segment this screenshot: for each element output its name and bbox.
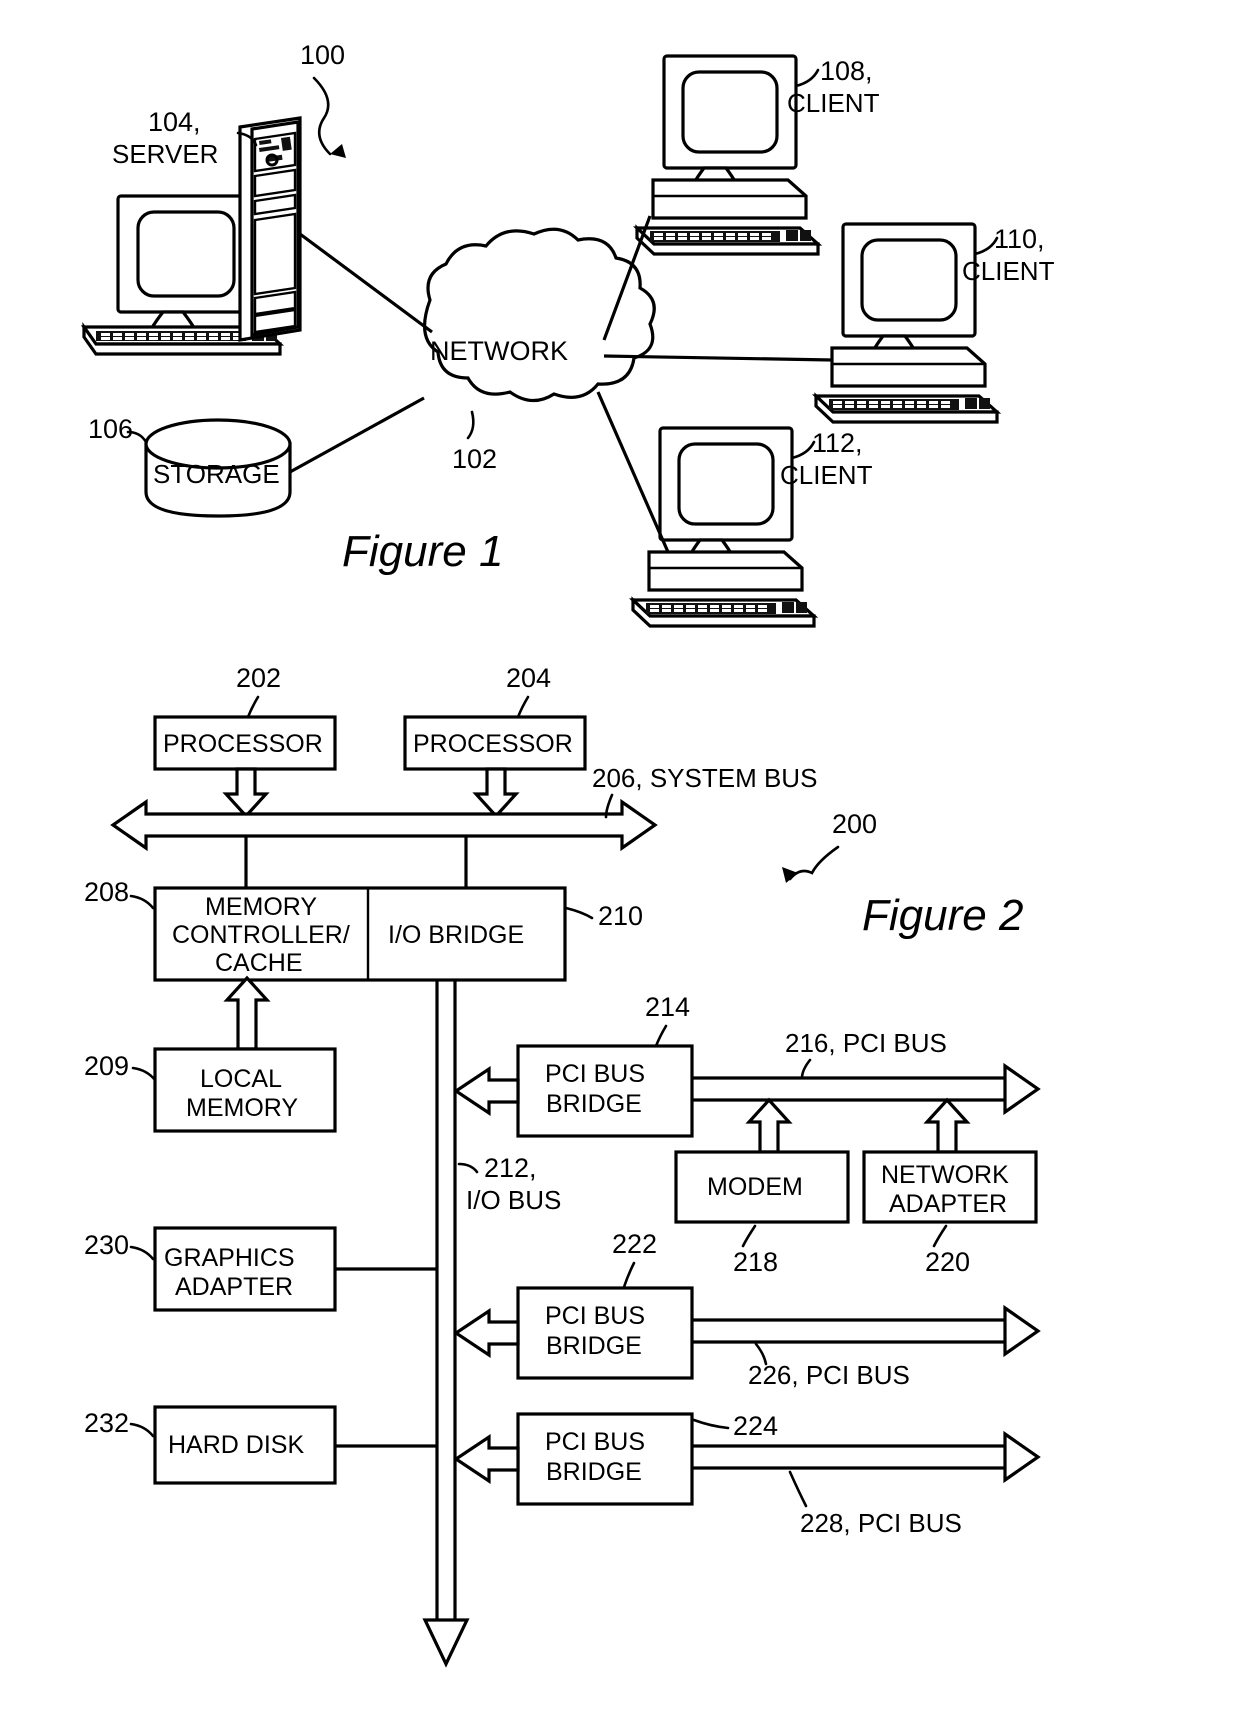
modem-leader — [741, 1224, 757, 1248]
pci-bus-bridge-224-line1: PCI BUS — [545, 1428, 645, 1456]
network-ref-number: 102 — [452, 444, 497, 474]
graphics-adapter-line2: ADAPTER — [175, 1273, 293, 1301]
client-108-label: CLIENT — [787, 88, 880, 118]
client-computer-108 — [632, 54, 823, 256]
client-110-label: CLIENT — [962, 256, 1055, 286]
system-100-ref: 100 — [300, 40, 345, 70]
pci-bus-216-leader — [800, 1058, 812, 1080]
processor-204-leader — [516, 695, 530, 719]
pci-bus-228-label: 228, PCI BUS — [800, 1508, 962, 1538]
figure-2-caption: Figure 2 — [862, 891, 1023, 940]
processor-202-leader — [246, 695, 260, 719]
io-bus-212-leader — [457, 1162, 479, 1174]
io-bus-212 — [422, 980, 470, 1668]
pci-224-to-iobus-arrow — [453, 1434, 520, 1484]
io-bridge-label: I/O BRIDGE — [388, 921, 524, 949]
io-bridge-leader — [564, 906, 594, 920]
pci-bus-216-label: 216, PCI BUS — [785, 1028, 947, 1058]
system-100-leader — [312, 76, 332, 156]
processor-204-label: PROCESSOR — [413, 730, 573, 758]
pci-bus-bridge-222-line1: PCI BUS — [545, 1302, 645, 1330]
pci-bus-bridge-214-ref: 214 — [645, 992, 690, 1022]
local-memory-line2: MEMORY — [186, 1094, 298, 1122]
pci-bus-bridge-224-leader — [692, 1418, 730, 1430]
pci-bus-216 — [692, 1062, 1041, 1116]
pci-bus-bridge-214-line1: PCI BUS — [545, 1060, 645, 1088]
storage-ref-number: 106 — [88, 414, 133, 444]
network-adapter-leader — [932, 1224, 948, 1248]
patent-drawing-sheet: 104, SERVER 100 NETWORK 102 STORAGE 106 — [0, 0, 1240, 1711]
network-cloud-label: NETWORK — [430, 336, 568, 366]
hard-disk-label: HARD DISK — [168, 1431, 304, 1459]
network-adapter-ref: 220 — [925, 1247, 970, 1277]
figure-2-system-arrowhead — [782, 867, 798, 883]
network-adapter-line1: NETWORK — [881, 1161, 1009, 1189]
pci-bus-bridge-214-line2: BRIDGE — [546, 1090, 642, 1118]
memory-controller-line2: CONTROLLER/ — [172, 921, 350, 949]
storage-label: STORAGE — [153, 459, 280, 489]
processor-204-ref: 204 — [506, 663, 551, 693]
client-computer-110 — [811, 222, 1002, 424]
local-memory-leader — [131, 1066, 157, 1082]
modem-bus-arrow — [745, 1097, 793, 1154]
modem-ref: 218 — [733, 1247, 778, 1277]
pci-bus-bridge-224-line2: BRIDGE — [546, 1458, 642, 1486]
figure-1-caption: Figure 1 — [342, 527, 503, 576]
server-ref-number: 104, — [148, 107, 201, 137]
memory-controller-ref: 208 — [84, 877, 129, 907]
client-computer-112 — [628, 426, 819, 628]
network-ref-leader — [466, 410, 475, 440]
io-bridge-ref: 210 — [598, 901, 643, 931]
local-memory-arrow — [223, 975, 271, 1051]
pci-222-to-iobus-arrow — [453, 1308, 520, 1358]
pci-214-to-iobus-arrow — [453, 1066, 520, 1116]
pci-bus-bridge-214-leader — [654, 1024, 668, 1048]
pci-bus-228-leader — [788, 1470, 808, 1508]
client-112-ref: 112, — [812, 428, 863, 458]
system-bus-206 — [110, 798, 658, 852]
network-adapter-line2: ADAPTER — [889, 1190, 1007, 1218]
pci-bus-bridge-222-line2: BRIDGE — [546, 1332, 642, 1360]
network-cloud-102 — [422, 227, 656, 403]
io-bus-212-ref: 212, — [484, 1153, 537, 1183]
io-bus-212-label: I/O BUS — [466, 1185, 561, 1215]
processor-202-label: PROCESSOR — [163, 730, 323, 758]
server-label: SERVER — [112, 139, 218, 169]
figure-1-graphic: 104, SERVER 100 NETWORK 102 STORAGE 106 — [80, 40, 1055, 1668]
pci-bus-bridge-222-ref: 222 — [612, 1229, 657, 1259]
graphics-adapter-ref: 230 — [84, 1230, 129, 1260]
pci-bus-bridge-222-leader — [622, 1261, 636, 1289]
client-110-ref: 110, — [994, 224, 1045, 254]
memory-controller-line1: MEMORY — [205, 893, 317, 921]
memory-controller-line3: CACHE — [215, 949, 303, 977]
pci-bus-bridge-224-ref: 224 — [733, 1411, 778, 1441]
hard-disk-leader — [129, 1422, 155, 1438]
graphics-adapter-leader — [129, 1245, 155, 1261]
graphics-adapter-line1: GRAPHICS — [164, 1244, 295, 1272]
system-100-arrowhead — [330, 144, 346, 158]
pci-bus-226 — [692, 1304, 1041, 1358]
memory-controller-leader — [129, 894, 155, 910]
processor-202-ref: 202 — [236, 663, 281, 693]
client-108-ref: 108, — [820, 56, 873, 86]
processor-202-bus-arrow — [222, 767, 270, 819]
pci-bus-226-label: 226, PCI BUS — [748, 1360, 910, 1390]
client-112-label: CLIENT — [780, 460, 873, 490]
figure-2-system-ref: 200 — [832, 809, 877, 839]
hard-disk-ref: 232 — [84, 1408, 129, 1438]
modem-label: MODEM — [707, 1173, 803, 1201]
processor-204-bus-arrow — [472, 767, 520, 819]
local-memory-ref: 209 — [84, 1051, 129, 1081]
figure-2-system-leader — [788, 845, 840, 881]
system-bus-206-label: 206, SYSTEM BUS — [592, 763, 817, 793]
network-adapter-bus-arrow — [923, 1097, 971, 1154]
client-108-leader — [794, 68, 820, 88]
local-memory-line1: LOCAL — [200, 1065, 282, 1093]
client-112-leader — [790, 440, 816, 460]
